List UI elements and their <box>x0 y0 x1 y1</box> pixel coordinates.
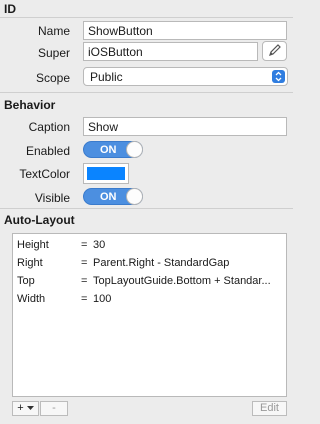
constraint-eq: = <box>81 257 88 269</box>
constraint-eq: = <box>81 239 88 251</box>
section-title-autolayout: Auto-Layout <box>4 213 75 227</box>
super-field[interactable]: iOSButton <box>83 42 258 61</box>
chevron-updown-icon <box>272 70 285 83</box>
add-constraint-button[interactable]: + <box>12 401 39 416</box>
constraint-value: Parent.Right - StandardGap <box>93 257 230 269</box>
constraint-key: Width <box>17 293 46 305</box>
textcolor-label: TextColor <box>19 167 70 181</box>
divider <box>0 17 293 18</box>
divider <box>0 208 293 209</box>
visible-label: Visible <box>34 191 70 205</box>
enabled-label: Enabled <box>25 144 70 158</box>
section-title-behavior: Behavior <box>4 98 56 112</box>
edit-constraint-button[interactable]: Edit <box>252 401 287 416</box>
constraint-key: Height <box>17 239 49 251</box>
scope-label: Scope <box>35 71 70 85</box>
edit-super-button[interactable] <box>262 41 287 61</box>
constraint-key: Right <box>17 257 43 269</box>
toggle-knob <box>126 188 143 205</box>
constraint-eq: = <box>81 293 88 305</box>
remove-constraint-button[interactable]: - <box>40 401 68 416</box>
list-item[interactable]: Width = 100 <box>13 291 286 309</box>
super-label: Super <box>37 46 70 60</box>
constraint-value: 30 <box>93 239 106 251</box>
scope-select[interactable]: Public <box>83 67 288 86</box>
section-title-id: ID <box>4 2 16 16</box>
list-item[interactable]: Height = 30 <box>13 237 286 255</box>
divider <box>0 92 293 93</box>
chevron-down-icon <box>26 405 34 410</box>
add-label: + <box>17 402 24 414</box>
scope-value: Public <box>90 70 123 84</box>
caption-field[interactable]: Show <box>83 117 287 136</box>
list-item[interactable]: Right = Parent.Right - StandardGap <box>13 255 286 273</box>
list-item[interactable]: Top = TopLayoutGuide.Bottom + Standar... <box>13 273 286 291</box>
constraint-key: Top <box>17 275 35 287</box>
constraint-value: 100 <box>93 293 112 305</box>
color-fill <box>87 167 125 180</box>
pencil-icon <box>269 44 281 56</box>
toggle-knob <box>126 141 143 158</box>
enabled-toggle-text: ON <box>100 144 117 156</box>
constraint-eq: = <box>81 275 88 287</box>
enabled-toggle[interactable]: ON <box>83 141 143 158</box>
name-label: Name <box>37 24 70 38</box>
visible-toggle-text: ON <box>100 191 117 203</box>
visible-toggle[interactable]: ON <box>83 188 143 205</box>
name-field[interactable]: ShowButton <box>83 21 287 40</box>
constraints-list[interactable]: Height = 30 Right = Parent.Right - Stand… <box>12 233 287 397</box>
caption-label: Caption <box>28 120 70 134</box>
constraint-value: TopLayoutGuide.Bottom + Standar... <box>93 275 271 287</box>
textcolor-swatch[interactable] <box>83 163 129 184</box>
